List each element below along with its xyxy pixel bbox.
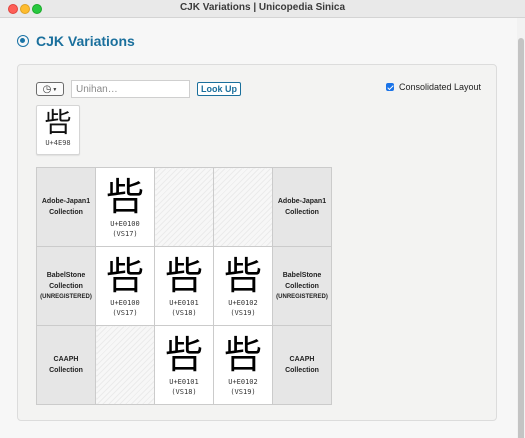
table-row: CAAPH Collection 呰 U+E0101 (VS18) 呰 U+E0102 (VS…: [36, 325, 332, 405]
base-code-point: U+4E98: [45, 139, 71, 147]
variation-selector-label: (VS19): [230, 309, 256, 317]
window-title: CJK Variations | Unicopedia Sinica: [179, 2, 346, 13]
history-clock-icon: ◷: [42, 84, 52, 95]
collection-word: Collection: [49, 282, 83, 290]
collection-label-right: Adobe-Japan1 Collection: [272, 167, 332, 247]
variation-glyph: 呰: [223, 333, 262, 377]
base-character: 呰: [44, 108, 72, 139]
collection-word: Collection: [285, 367, 319, 374]
variation-cell[interactable]: 呰 U+E0101 (VS18): [154, 325, 214, 405]
unihan-search-input[interactable]: [71, 80, 190, 98]
variation-cell[interactable]: 呰 U+E0100 (VS17): [95, 167, 155, 247]
empty-cell: [213, 167, 273, 247]
collection-name: Adobe-Japan1: [277, 198, 327, 205]
collection-label-left: BabelStone Collection (UNREGISTERED): [36, 246, 96, 326]
variations-panel: ◷▼ Look Up Consolidated Layout 呰 U+4E98 …: [17, 64, 497, 421]
collection-word: Collection: [49, 367, 83, 374]
title-bar: CJK Variations | Unicopedia Sinica: [0, 0, 525, 18]
variation-glyph: 呰: [105, 175, 144, 219]
variation-glyph: 呰: [105, 254, 144, 298]
variation-selector-label: (VS17): [112, 309, 138, 317]
vertical-scrollbar[interactable]: [517, 18, 525, 438]
collection-label-right: BabelStone Collection (UNREGISTERED): [272, 246, 332, 326]
collection-name: BabelStone: [282, 271, 322, 279]
variation-cell[interactable]: 呰 U+E0100 (VS17): [95, 246, 155, 326]
collection-status: (UNREGISTERED): [40, 293, 92, 300]
variations-table: Adobe-Japan1 Collection 呰 U+E0100 (VS17) Adob…: [36, 167, 332, 405]
variation-selector-code: U+E0102: [228, 299, 258, 307]
collection-name: BabelStone: [46, 271, 86, 279]
variation-selector-label: (VS18): [171, 388, 197, 396]
chevron-down-icon: ▼: [52, 86, 58, 93]
variation-selector-code: U+E0100: [110, 220, 140, 228]
variation-selector-label: (VS17): [112, 230, 138, 238]
history-menu-button[interactable]: ◷▼: [36, 82, 64, 96]
app-window: CJK Variations | Unicopedia Sinica CJK V…: [0, 0, 525, 438]
page-title: CJK Variations: [36, 33, 135, 49]
variation-selector-code: U+E0101: [169, 378, 199, 386]
consolidated-layout-checkbox[interactable]: [386, 83, 394, 91]
empty-cell: [154, 167, 214, 247]
consolidated-layout-label: Consolidated Layout: [399, 82, 482, 92]
collection-word: Collection: [49, 209, 83, 216]
variation-selector-code: U+E0102: [228, 378, 258, 386]
look-up-button[interactable]: Look Up: [197, 82, 241, 96]
table-row: BabelStone Collection (UNREGISTERED) 呰 U+E01…: [36, 246, 332, 326]
collection-name: CAAPH: [53, 356, 79, 363]
variation-cell[interactable]: 呰 U+E0102 (VS19): [213, 246, 273, 326]
collection-name: CAAPH: [289, 356, 315, 363]
collection-word: Collection: [285, 209, 319, 216]
base-character-card[interactable]: 呰 U+4E98: [36, 105, 80, 155]
table-row: Adobe-Japan1 Collection 呰 U+E0100 (VS17) Adob…: [36, 167, 332, 247]
collection-label-left: Adobe-Japan1 Collection: [36, 167, 96, 247]
variation-selector-label: (VS18): [171, 309, 197, 317]
scrollbar-thumb[interactable]: [518, 38, 524, 438]
collection-name: Adobe-Japan1: [41, 198, 91, 205]
variation-selector-label: (VS19): [230, 388, 256, 396]
variation-cell[interactable]: 呰 U+E0101 (VS18): [154, 246, 214, 326]
variation-glyph: 呰: [164, 333, 203, 377]
toolbar: ◷▼ Look Up Consolidated Layout: [36, 79, 486, 99]
consolidated-layout-toggle[interactable]: Consolidated Layout: [386, 82, 481, 92]
variation-selector-code: U+E0101: [169, 299, 199, 307]
variation-glyph: 呰: [164, 254, 203, 298]
collection-status: (UNREGISTERED): [276, 293, 328, 300]
collection-word: Collection: [285, 282, 319, 290]
section-header: CJK Variations: [17, 33, 135, 49]
collection-label-left: CAAPH Collection: [36, 325, 96, 405]
variation-cell[interactable]: 呰 U+E0102 (VS19): [213, 325, 273, 405]
empty-cell: [95, 325, 155, 405]
collection-label-right: CAAPH Collection: [272, 325, 332, 405]
variation-selector-code: U+E0100: [110, 299, 140, 307]
section-radio-icon[interactable]: [17, 35, 29, 47]
variation-glyph: 呰: [223, 254, 262, 298]
